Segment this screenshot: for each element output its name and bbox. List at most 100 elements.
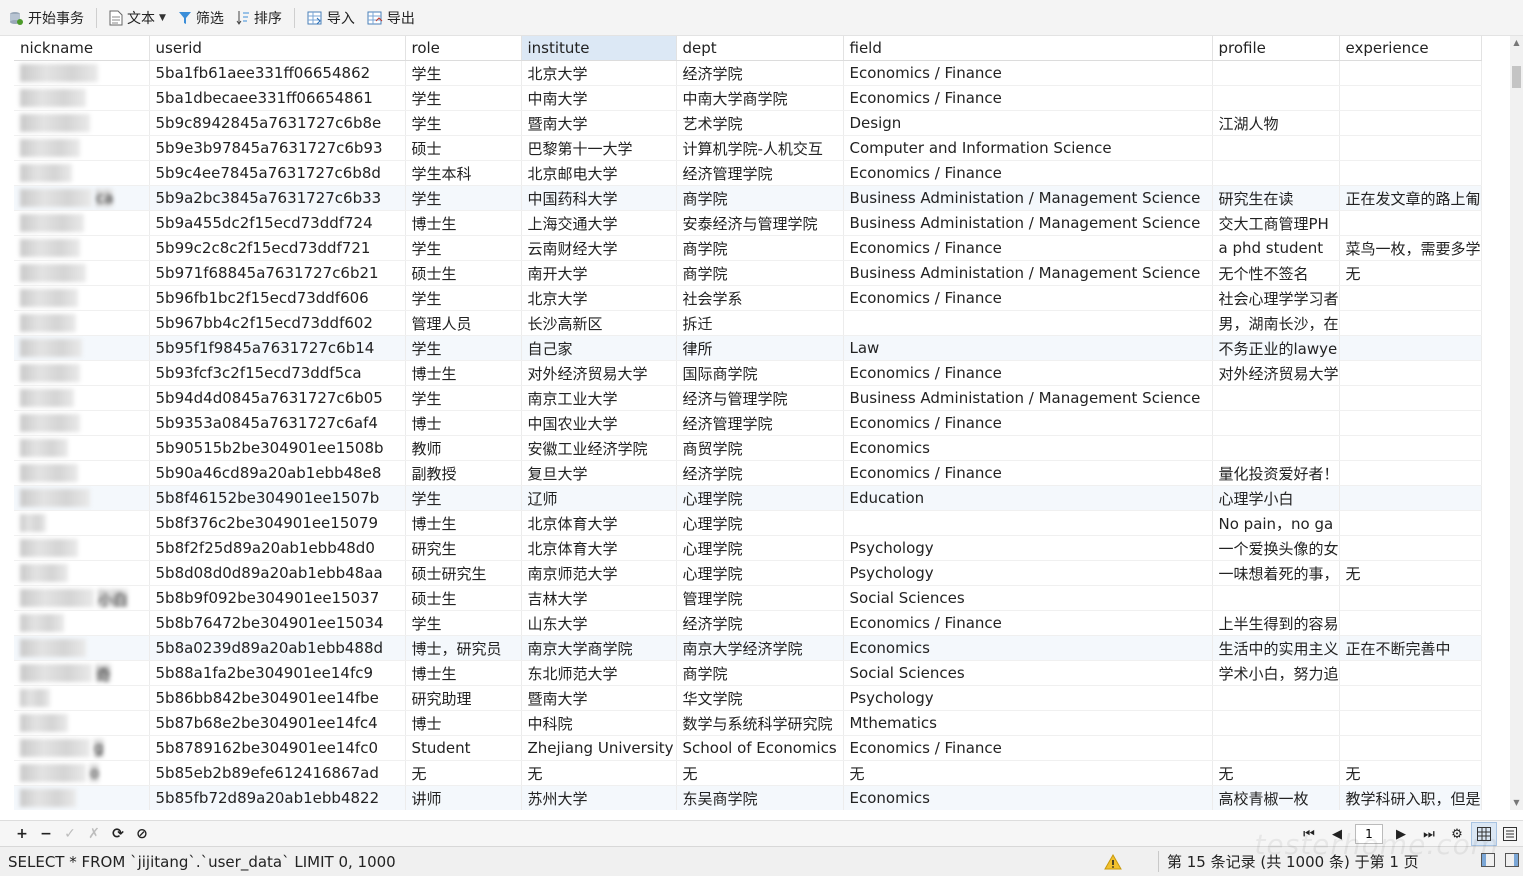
cell-dept[interactable]: 计算机学院-人机交互 <box>676 135 844 161</box>
cell-field[interactable] <box>843 310 1213 336</box>
table-row[interactable]: 5b9353a0845a7631727c6af4 博士 中国农业大学 经济管理学院 Ec… <box>14 410 1482 436</box>
gear-icon[interactable]: ⚙ <box>1443 827 1471 842</box>
column-header-dept[interactable]: dept <box>676 36 844 61</box>
cell-institute[interactable]: 云南财经大学 <box>521 235 677 261</box>
table-row[interactable]: 5b8b76472be304901ee15034 学生 山东大学 经济学院 Econom… <box>14 610 1482 636</box>
cell-profile[interactable] <box>1212 410 1340 436</box>
cell-userid[interactable]: 5b85eb2b89efe612416867ad <box>149 760 406 786</box>
cell-field[interactable]: Economics / Finance <box>843 360 1213 386</box>
cell-nickname[interactable]: ca <box>14 185 150 211</box>
cell-field[interactable]: Economics / Finance <box>843 235 1213 261</box>
cell-profile[interactable] <box>1212 735 1340 761</box>
table-row[interactable]: 5b94d4d0845a7631727c6b05 学生 南京工业大学 经济与管理学院 B… <box>14 385 1482 411</box>
cell-profile[interactable]: 对外经济贸易大学 <box>1212 360 1340 386</box>
cell-nickname[interactable] <box>14 510 150 536</box>
cell-userid[interactable]: 5b8789162be304901ee14fc0 <box>149 735 406 761</box>
column-header-institute[interactable]: institute <box>521 36 677 61</box>
cell-profile[interactable]: a phd student <box>1212 235 1340 261</box>
stop-button[interactable]: ⊘ <box>130 826 154 842</box>
cell-field[interactable]: Business Administation / Management Scie… <box>843 385 1213 411</box>
cell-nickname[interactable]: o <box>14 760 150 786</box>
cell-experience[interactable] <box>1339 460 1482 486</box>
table-row[interactable]: 5b967bb4c2f15ecd73ddf602 管理人员 长沙高新区 拆迁 男，湖南长… <box>14 310 1482 336</box>
apply-changes-button[interactable]: ✓ <box>58 826 82 842</box>
cell-institute[interactable]: 北京邮电大学 <box>521 160 677 186</box>
cell-role[interactable]: 学生 <box>405 185 522 211</box>
cell-dept[interactable]: 拆迁 <box>676 310 844 336</box>
cell-experience[interactable]: 无 <box>1339 560 1482 586</box>
cell-experience[interactable]: 正在不断完善中 <box>1339 635 1482 661</box>
cell-profile[interactable]: 量化投资爱好者！ <box>1212 460 1340 486</box>
cell-role[interactable]: 学生本科 <box>405 160 522 186</box>
table-row[interactable]: 5b9e3b97845a7631727c6b93 硕士 巴黎第十一大学 计算机学院-人… <box>14 135 1482 161</box>
cell-nickname[interactable] <box>14 460 150 486</box>
table-row[interactable]: 5ba1dbecaee331ff06654861 学生 中南大学 中南大学商学院 Eco… <box>14 85 1482 111</box>
text-button[interactable]: 文本 ▼ <box>109 8 166 28</box>
cell-role[interactable]: 博士 <box>405 410 522 436</box>
cell-experience[interactable] <box>1339 685 1482 711</box>
cell-profile[interactable]: No pain，no ga <box>1212 510 1340 536</box>
cell-userid[interactable]: 5ba1dbecaee331ff06654861 <box>149 85 406 111</box>
table-row[interactable]: 5b8a0239d89a20ab1ebb488d 博士，研究员 南京大学商学院 南京大… <box>14 635 1482 661</box>
cell-institute[interactable]: 长沙高新区 <box>521 310 677 336</box>
cell-role[interactable]: 博士生 <box>405 360 522 386</box>
cell-experience[interactable]: 无 <box>1339 760 1482 786</box>
cell-institute[interactable]: 上海交通大学 <box>521 210 677 236</box>
cell-institute[interactable]: Zhejiang University <box>521 735 677 761</box>
cell-dept[interactable]: 商学院 <box>676 660 844 686</box>
cell-role[interactable]: 学生 <box>405 85 522 111</box>
cell-dept[interactable]: 经济学院 <box>676 460 844 486</box>
cell-userid[interactable]: 5b94d4d0845a7631727c6b05 <box>149 385 406 411</box>
cell-dept[interactable]: 东吴商学院 <box>676 785 844 810</box>
cell-dept[interactable]: 经济学院 <box>676 610 844 636</box>
cell-nickname[interactable] <box>14 60 150 86</box>
cell-field[interactable]: Economics / Finance <box>843 460 1213 486</box>
cell-nickname[interactable] <box>14 260 150 286</box>
cell-userid[interactable]: 5b9353a0845a7631727c6af4 <box>149 410 406 436</box>
cell-institute[interactable]: 北京体育大学 <box>521 510 677 536</box>
last-page-icon[interactable]: ⏭ <box>1415 827 1443 842</box>
cell-dept[interactable]: 律所 <box>676 335 844 361</box>
cell-profile[interactable] <box>1212 385 1340 411</box>
cell-dept[interactable]: 社会学系 <box>676 285 844 311</box>
sort-button[interactable]: 排序 <box>236 8 282 28</box>
cell-experience[interactable] <box>1339 510 1482 536</box>
previous-page-icon[interactable]: ◀ <box>1323 827 1351 842</box>
cell-role[interactable]: 学生 <box>405 485 522 511</box>
cell-experience[interactable] <box>1339 60 1482 86</box>
cell-nickname[interactable] <box>14 685 150 711</box>
table-row[interactable]: 5b9c8942845a7631727c6b8e 学生 暨南大学 艺术学院 Design… <box>14 110 1482 136</box>
cell-experience[interactable]: 教学科研入职，但是 <box>1339 785 1482 810</box>
cell-dept[interactable]: 安泰经济与管理学院 <box>676 210 844 236</box>
cell-nickname[interactable] <box>14 335 150 361</box>
column-header-experience[interactable]: experience <box>1339 36 1482 61</box>
cell-userid[interactable]: 5b87b68e2be304901ee14fc4 <box>149 710 406 736</box>
cell-dept[interactable]: 心理学院 <box>676 535 844 561</box>
cell-experience[interactable] <box>1339 585 1482 611</box>
cell-field[interactable]: Business Administation / Management Scie… <box>843 210 1213 236</box>
cell-profile[interactable]: 男，湖南长沙，在 <box>1212 310 1340 336</box>
table-row[interactable]: g 5b8789162be304901ee14fc0 Student Zhejiang… <box>14 735 1482 761</box>
cell-nickname[interactable] <box>14 610 150 636</box>
cell-institute[interactable]: 苏州大学 <box>521 785 677 810</box>
cell-dept[interactable]: 国际商学院 <box>676 360 844 386</box>
cell-dept[interactable]: School of Economics <box>676 735 844 761</box>
cell-field[interactable]: Economics <box>843 785 1213 810</box>
cell-role[interactable]: 讲师 <box>405 785 522 810</box>
cell-institute[interactable]: 中国药科大学 <box>521 185 677 211</box>
cell-role[interactable]: 学生 <box>405 60 522 86</box>
export-button[interactable]: 导出 <box>367 8 415 28</box>
cell-institute[interactable]: 南开大学 <box>521 260 677 286</box>
cell-field[interactable] <box>843 510 1213 536</box>
cell-field[interactable]: Design <box>843 110 1213 136</box>
table-row[interactable]: 5b90a46cd89a20ab1ebb48e8 副教授 复旦大学 经济学院 Econo… <box>14 460 1482 486</box>
cell-userid[interactable]: 5b8a0239d89a20ab1ebb488d <box>149 635 406 661</box>
cell-userid[interactable]: 5b9a455dc2f15ecd73ddf724 <box>149 210 406 236</box>
cell-userid[interactable]: 5b967bb4c2f15ecd73ddf602 <box>149 310 406 336</box>
cell-institute[interactable]: 东北师范大学 <box>521 660 677 686</box>
scroll-up-icon[interactable]: ▲ <box>1510 36 1523 50</box>
cell-role[interactable]: 学生 <box>405 110 522 136</box>
table-row[interactable]: 5b96fb1bc2f15ecd73ddf606 学生 北京大学 社会学系 Econom… <box>14 285 1482 311</box>
refresh-button[interactable]: ⟳ <box>106 826 130 842</box>
cell-profile[interactable]: 学术小白，努力追 <box>1212 660 1340 686</box>
